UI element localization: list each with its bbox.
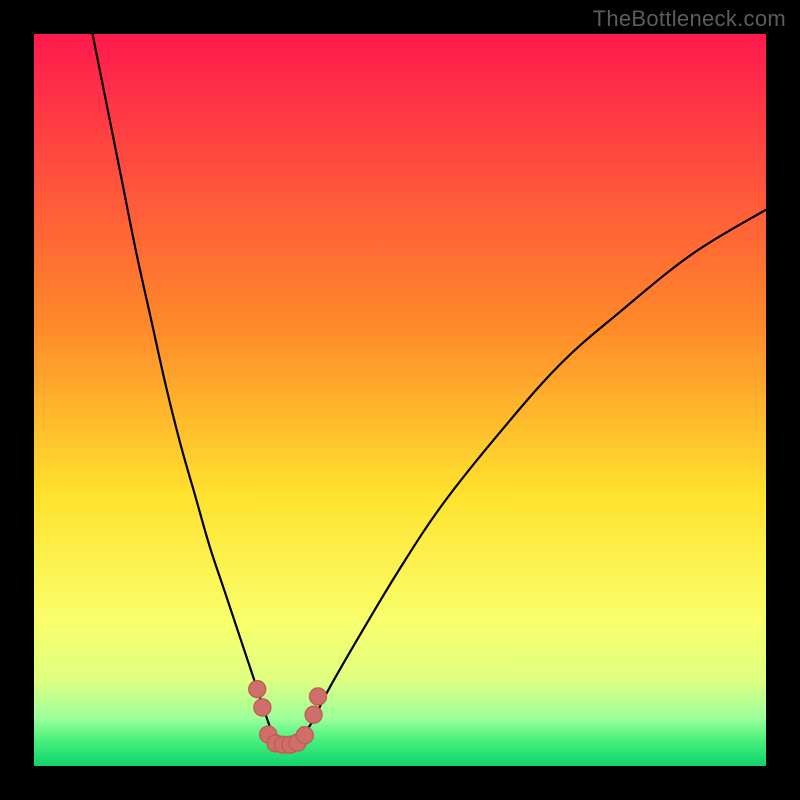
watermark-text: TheBottleneck.com	[593, 6, 786, 32]
marker-point	[254, 699, 271, 716]
plot-area	[34, 34, 766, 766]
marker-point	[310, 688, 327, 705]
marker-point	[305, 706, 322, 723]
gradient-background	[34, 34, 766, 766]
chart-svg	[34, 34, 766, 766]
marker-point	[296, 727, 313, 744]
chart-frame: TheBottleneck.com	[0, 0, 800, 800]
marker-point	[249, 681, 266, 698]
